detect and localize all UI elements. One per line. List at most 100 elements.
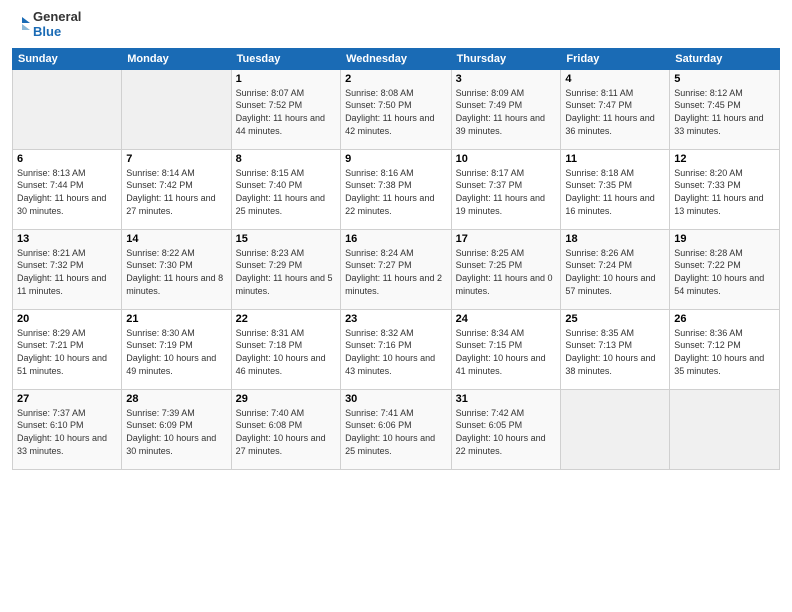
day-number: 10 (456, 153, 557, 165)
day-number: 5 (674, 73, 775, 85)
calendar-cell: 27Sunrise: 7:37 AMSunset: 6:10 PMDayligh… (13, 389, 122, 469)
day-number: 23 (345, 313, 447, 325)
day-info: Sunrise: 7:37 AMSunset: 6:10 PMDaylight:… (17, 407, 117, 457)
calendar-cell: 26Sunrise: 8:36 AMSunset: 7:12 PMDayligh… (670, 309, 780, 389)
day-info: Sunrise: 8:25 AMSunset: 7:25 PMDaylight:… (456, 247, 557, 297)
calendar-cell: 2 Sunrise: 8:08 AMSunset: 7:50 PMDaylight… (341, 69, 452, 149)
calendar-cell: 1 Sunrise: 8:07 AMSunset: 7:52 PMDaylight… (231, 69, 340, 149)
day-number: 29 (236, 393, 336, 405)
calendar-cell: 25 Sunrise: 8:35 AMSunset: 7:13 PMDayligh… (561, 309, 670, 389)
header-day-tuesday: Tuesday (231, 48, 340, 69)
header-day-sunday: Sunday (13, 48, 122, 69)
calendar-container: General Blue SundayMondayTuesdayWednesda… (0, 0, 792, 612)
calendar-cell: 15 Sunrise: 8:23 AMSunset: 7:29 PMDayligh… (231, 229, 340, 309)
calendar-cell: 3Sunrise: 8:09 AMSunset: 7:49 PMDaylight… (451, 69, 561, 149)
calendar-cell: 23 Sunrise: 8:32 AMSunset: 7:16 PMDayligh… (341, 309, 452, 389)
day-info: Sunrise: 8:28 AMSunset: 7:22 PMDaylight:… (674, 247, 775, 297)
calendar-cell (561, 389, 670, 469)
day-info: Sunrise: 8:23 AMSunset: 7:29 PMDaylight:… (236, 247, 336, 297)
day-info: Sunrise: 8:34 AMSunset: 7:15 PMDaylight:… (456, 327, 557, 377)
day-number: 20 (17, 313, 117, 325)
week-row-4: 20 Sunrise: 8:29 AMSunset: 7:21 PMDayligh… (13, 309, 780, 389)
day-info: Sunrise: 7:42 AMSunset: 6:05 PMDaylight:… (456, 407, 557, 457)
day-number: 19 (674, 233, 775, 245)
calendar-cell: 20 Sunrise: 8:29 AMSunset: 7:21 PMDayligh… (13, 309, 122, 389)
day-info: Sunrise: 8:09 AMSunset: 7:49 PMDaylight:… (456, 87, 557, 137)
day-number: 28 (126, 393, 226, 405)
day-info: Sunrise: 8:20 AMSunset: 7:33 PMDaylight:… (674, 167, 775, 217)
week-row-2: 6 Sunrise: 8:13 AMSunset: 7:44 PMDaylight… (13, 149, 780, 229)
header-day-monday: Monday (122, 48, 231, 69)
calendar-cell: 22 Sunrise: 8:31 AMSunset: 7:18 PMDayligh… (231, 309, 340, 389)
calendar-cell: 8 Sunrise: 8:15 AMSunset: 7:40 PMDaylight… (231, 149, 340, 229)
day-info: Sunrise: 8:11 AMSunset: 7:47 PMDaylight:… (565, 87, 665, 137)
day-info: Sunrise: 8:15 AMSunset: 7:40 PMDaylight:… (236, 167, 336, 217)
day-info: Sunrise: 8:07 AMSunset: 7:52 PMDaylight:… (236, 87, 336, 137)
day-number: 12 (674, 153, 775, 165)
day-info: Sunrise: 8:21 AMSunset: 7:32 PMDaylight:… (17, 247, 117, 297)
calendar-table: SundayMondayTuesdayWednesdayThursdayFrid… (12, 48, 780, 470)
day-number: 11 (565, 153, 665, 165)
day-info: Sunrise: 8:12 AMSunset: 7:45 PMDaylight:… (674, 87, 775, 137)
day-info: Sunrise: 7:39 AMSunset: 6:09 PMDaylight:… (126, 407, 226, 457)
calendar-cell: 14Sunrise: 8:22 AMSunset: 7:30 PMDayligh… (122, 229, 231, 309)
day-info: Sunrise: 8:26 AMSunset: 7:24 PMDaylight:… (565, 247, 665, 297)
calendar-cell: 31 Sunrise: 7:42 AMSunset: 6:05 PMDayligh… (451, 389, 561, 469)
day-number: 2 (345, 73, 447, 85)
header-day-saturday: Saturday (670, 48, 780, 69)
calendar-cell: 24Sunrise: 8:34 AMSunset: 7:15 PMDayligh… (451, 309, 561, 389)
week-row-3: 13 Sunrise: 8:21 AMSunset: 7:32 PMDayligh… (13, 229, 780, 309)
day-info: Sunrise: 8:22 AMSunset: 7:30 PMDaylight:… (126, 247, 226, 297)
day-number: 13 (17, 233, 117, 245)
day-info: Sunrise: 8:30 AMSunset: 7:19 PMDaylight:… (126, 327, 226, 377)
day-info: Sunrise: 8:17 AMSunset: 7:37 PMDaylight:… (456, 167, 557, 217)
header-row: SundayMondayTuesdayWednesdayThursdayFrid… (13, 48, 780, 69)
day-info: Sunrise: 7:40 AMSunset: 6:08 PMDaylight:… (236, 407, 336, 457)
calendar-cell (670, 389, 780, 469)
day-info: Sunrise: 8:35 AMSunset: 7:13 PMDaylight:… (565, 327, 665, 377)
day-number: 16 (345, 233, 447, 245)
day-info: Sunrise: 8:18 AMSunset: 7:35 PMDaylight:… (565, 167, 665, 217)
day-number: 21 (126, 313, 226, 325)
day-info: Sunrise: 8:29 AMSunset: 7:21 PMDaylight:… (17, 327, 117, 377)
day-info: Sunrise: 8:14 AMSunset: 7:42 PMDaylight:… (126, 167, 226, 217)
week-row-1: 1 Sunrise: 8:07 AMSunset: 7:52 PMDaylight… (13, 69, 780, 149)
calendar-cell: 28 Sunrise: 7:39 AMSunset: 6:09 PMDayligh… (122, 389, 231, 469)
day-info: Sunrise: 8:16 AMSunset: 7:38 PMDaylight:… (345, 167, 447, 217)
calendar-cell: 4Sunrise: 8:11 AMSunset: 7:47 PMDaylight… (561, 69, 670, 149)
calendar-cell: 16Sunrise: 8:24 AMSunset: 7:27 PMDayligh… (341, 229, 452, 309)
calendar-cell: 11 Sunrise: 8:18 AMSunset: 7:35 PMDayligh… (561, 149, 670, 229)
calendar-cell: 12 Sunrise: 8:20 AMSunset: 7:33 PMDayligh… (670, 149, 780, 229)
calendar-cell (122, 69, 231, 149)
calendar-cell: 17 Sunrise: 8:25 AMSunset: 7:25 PMDayligh… (451, 229, 561, 309)
day-number: 22 (236, 313, 336, 325)
day-info: Sunrise: 8:31 AMSunset: 7:18 PMDaylight:… (236, 327, 336, 377)
header: General Blue (12, 10, 780, 40)
header-day-wednesday: Wednesday (341, 48, 452, 69)
day-number: 30 (345, 393, 447, 405)
day-info: Sunrise: 8:13 AMSunset: 7:44 PMDaylight:… (17, 167, 117, 217)
calendar-cell (13, 69, 122, 149)
day-number: 17 (456, 233, 557, 245)
day-number: 25 (565, 313, 665, 325)
day-number: 9 (345, 153, 447, 165)
day-info: Sunrise: 8:08 AMSunset: 7:50 PMDaylight:… (345, 87, 447, 137)
logo: General Blue (12, 10, 81, 40)
calendar-cell: 10 Sunrise: 8:17 AMSunset: 7:37 PMDayligh… (451, 149, 561, 229)
week-row-5: 27Sunrise: 7:37 AMSunset: 6:10 PMDayligh… (13, 389, 780, 469)
day-number: 31 (456, 393, 557, 405)
day-info: Sunrise: 8:32 AMSunset: 7:16 PMDaylight:… (345, 327, 447, 377)
header-day-thursday: Thursday (451, 48, 561, 69)
day-number: 6 (17, 153, 117, 165)
header-day-friday: Friday (561, 48, 670, 69)
day-number: 7 (126, 153, 226, 165)
day-number: 26 (674, 313, 775, 325)
day-number: 1 (236, 73, 336, 85)
day-number: 18 (565, 233, 665, 245)
day-info: Sunrise: 7:41 AMSunset: 6:06 PMDaylight:… (345, 407, 447, 457)
day-number: 8 (236, 153, 336, 165)
logo-bird-icon (12, 15, 30, 35)
calendar-cell: 7 Sunrise: 8:14 AMSunset: 7:42 PMDaylight… (122, 149, 231, 229)
calendar-cell: 6 Sunrise: 8:13 AMSunset: 7:44 PMDaylight… (13, 149, 122, 229)
day-number: 15 (236, 233, 336, 245)
